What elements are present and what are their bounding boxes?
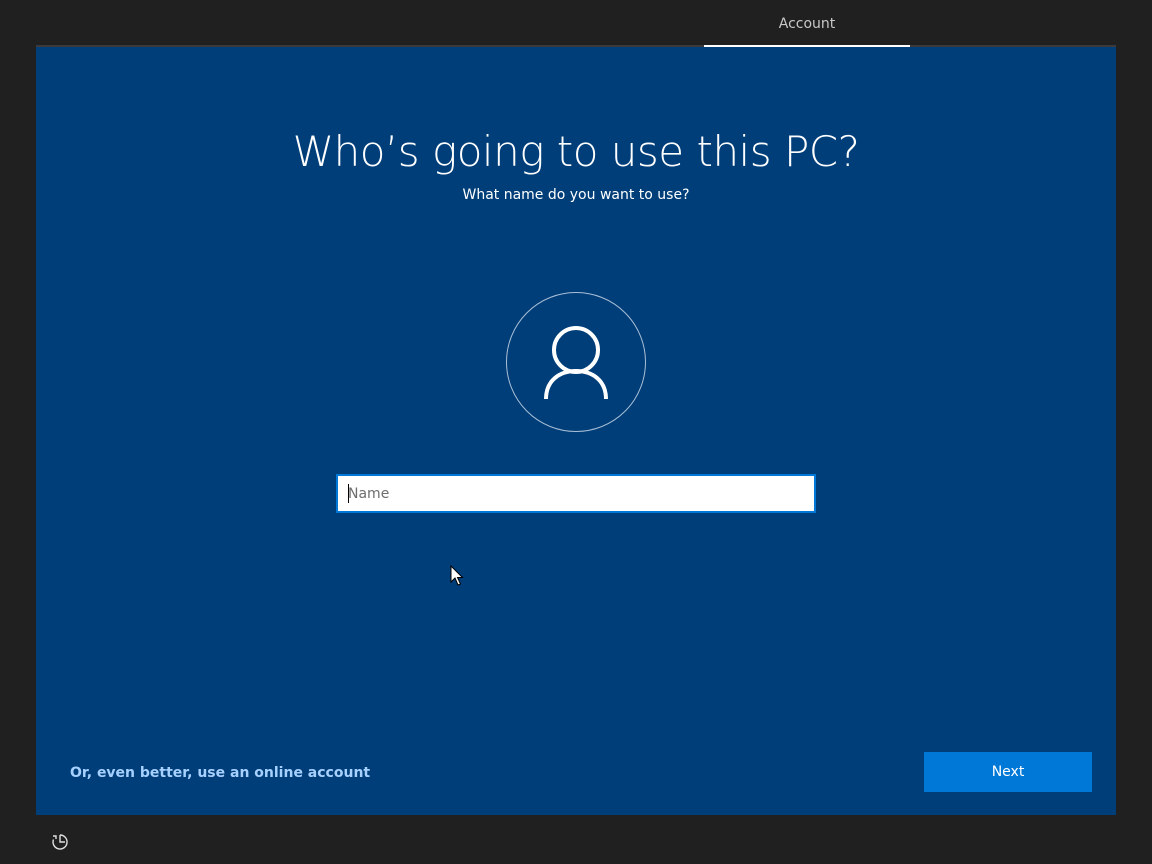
avatar [506,292,646,432]
next-button[interactable]: Next [924,752,1092,792]
tab-account[interactable]: Account [704,0,910,47]
text-caret [348,484,349,503]
page-subtitle: What name do you want to use? [462,187,690,203]
name-input[interactable] [336,474,816,513]
oobe-screen: Account Who’s going to use this PC? What… [0,0,1152,864]
page-title: Who’s going to use this PC? [292,127,860,176]
user-icon [544,326,608,400]
mouse-pointer-icon [450,565,464,586]
online-account-link[interactable]: Or, even better, use an online account [70,762,370,784]
ease-of-access-icon[interactable] [50,832,70,852]
